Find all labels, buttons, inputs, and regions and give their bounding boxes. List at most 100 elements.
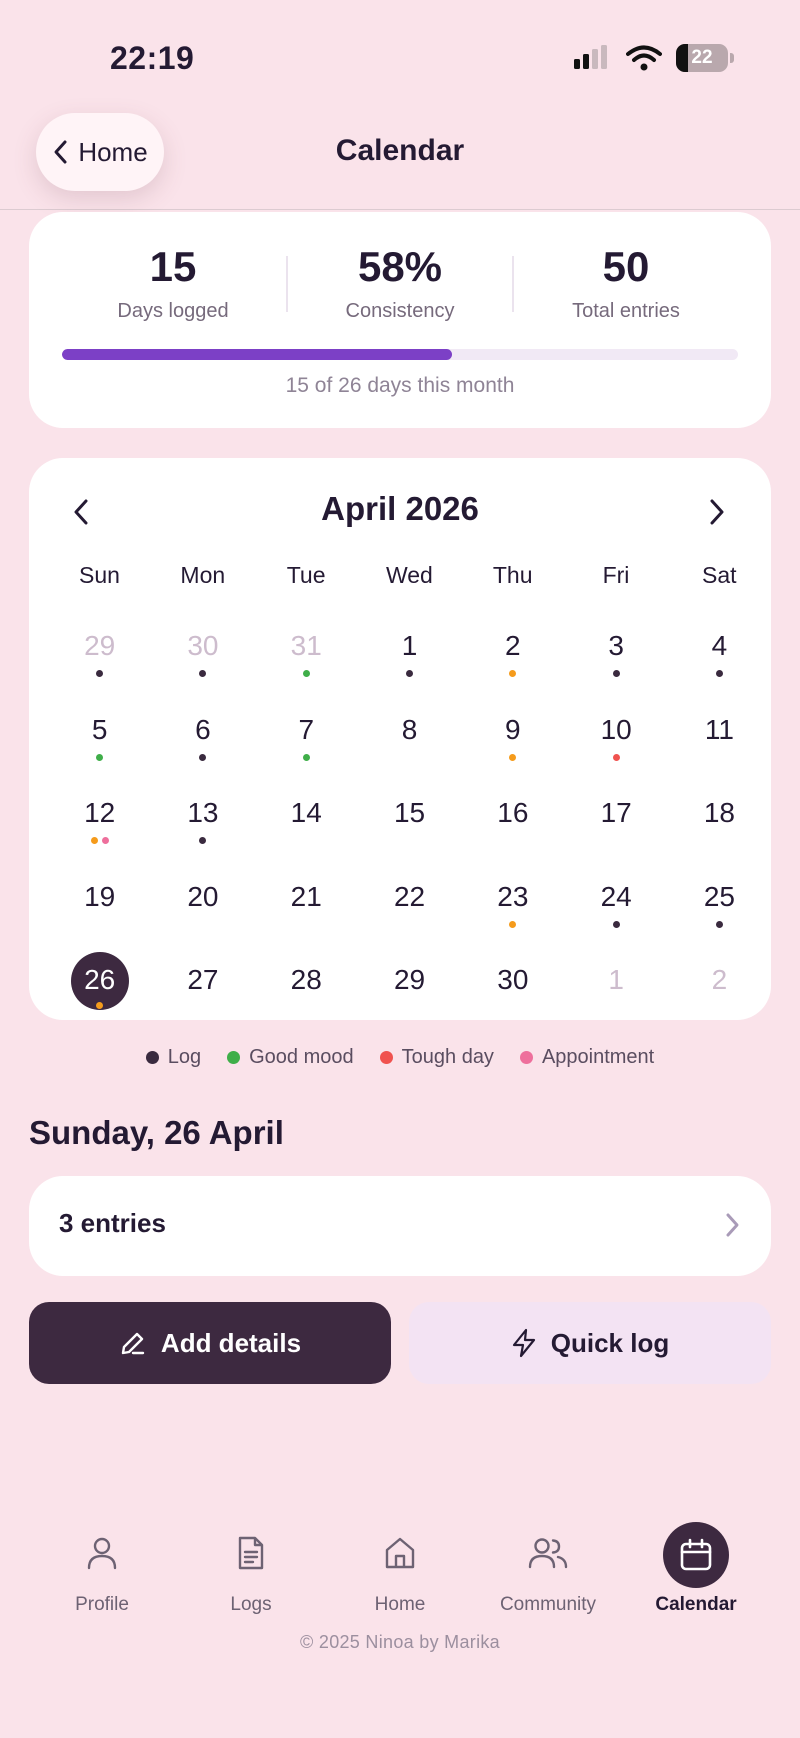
stat-value: 15 [149,243,197,290]
calendar-icon [680,1538,712,1571]
entry-dot-orange [96,1002,104,1009]
entry-dots [370,670,450,677]
day-cell[interactable]: 7 [266,704,346,778]
selected-date-heading: Sunday, 26 April [29,1114,284,1151]
entries-row[interactable]: 3 entries [29,1176,771,1276]
day-number: 29 [393,964,426,995]
entry-dots [60,1002,140,1009]
entry-dot-tough [612,753,620,761]
status-bar: 22:19 22 [0,0,800,100]
day-cell[interactable]: 16 [473,787,553,861]
stat-value: 50 [602,243,650,290]
day-cell-selected[interactable]: 26 [60,952,140,1028]
stat-label: Total entries [572,300,680,322]
day-cell[interactable]: 2 [473,620,553,694]
day-cell[interactable]: 3 [576,620,656,694]
tab-active-indicator [663,1522,729,1588]
tab-home[interactable]: Home [330,1520,470,1616]
day-cell[interactable]: 2 [679,954,759,1028]
day-number: 6 [195,713,211,745]
day-cell[interactable]: 12 [60,787,140,861]
legend-dot [379,1051,393,1064]
day-number: 7 [298,713,315,745]
day-cell[interactable]: 1 [370,620,450,694]
legend-label: Appointment [541,1046,655,1068]
day-number: 4 [711,630,728,661]
day-cell[interactable]: 30 [473,954,553,1028]
house-icon [385,1537,415,1568]
footer-copyright: © 2025 Ninoa by Marika [300,1632,500,1652]
weekday-sun: Sun [79,562,120,588]
legend-label: Log [167,1046,202,1068]
day-number: 8 [401,713,418,745]
legend-item-log: Log [145,1046,202,1069]
entry-dot-good [96,753,104,761]
stat-divider [512,256,514,312]
day-number: 19 [84,880,116,912]
tab-community[interactable]: Community [478,1520,618,1616]
entry-dots [266,753,346,761]
entry-dots [163,753,243,761]
day-cell[interactable]: 30 [163,620,243,694]
day-cell[interactable]: 21 [266,871,346,945]
day-cell[interactable]: 11 [679,704,759,778]
lightning-icon [512,1328,535,1358]
day-cell[interactable]: 5 [60,704,140,778]
entry-dot-log [199,753,207,761]
day-cell[interactable]: 10 [576,704,656,778]
day-cell[interactable]: 9 [473,704,553,778]
day-cell[interactable]: 24 [576,871,656,945]
day-cell[interactable]: 18 [679,787,759,861]
tab-calendar[interactable]: Calendar [626,1520,766,1616]
weekday-thu: Thu [492,562,533,588]
stats-card: 15 Days logged 58% Consistency 50 Total … [29,212,771,428]
day-cell[interactable]: 31 [266,620,346,694]
day-cell[interactable]: 23 [473,871,553,945]
next-month-button[interactable] [697,492,737,532]
legend-label: Good mood [249,1046,354,1068]
day-cell[interactable]: 28 [266,954,346,1028]
day-cell[interactable]: 29 [60,620,140,694]
entry-dot-log [715,920,723,928]
entry-dots [473,670,553,677]
stat-label: Consistency [345,300,455,322]
day-cell[interactable]: 25 [679,871,759,945]
day-cell[interactable]: 13 [163,787,243,861]
day-cell[interactable]: 15 [370,787,450,861]
day-cell[interactable]: 8 [370,704,450,778]
day-cell[interactable]: 29 [370,954,450,1028]
day-cell[interactable]: 4 [679,620,759,694]
tab-label: Logs [230,1594,272,1615]
entry-dot-orange [509,920,517,928]
calendar-legend: Log Good mood Tough day Appointment [0,1046,800,1069]
tab-logs[interactable]: Logs [181,1520,321,1616]
add-details-button[interactable]: Add details [29,1302,391,1384]
legend-item-tough: Tough day [379,1046,494,1069]
day-cell[interactable]: 19 [60,871,140,945]
day-cell[interactable]: 17 [576,787,656,861]
day-cell[interactable]: 27 [163,954,243,1028]
day-cell[interactable]: 20 [163,871,243,945]
chevron-left-icon [74,499,88,525]
stat-value: 58% [357,243,443,290]
quick-log-label: Quick log [550,1327,670,1358]
quick-log-button[interactable]: Quick log [409,1302,771,1384]
entry-dots [679,670,759,677]
day-number: 31 [290,630,322,661]
day-cell[interactable]: 6 [163,704,243,778]
entry-dot-log [715,670,723,677]
day-number: 5 [91,713,108,745]
day-cell[interactable]: 14 [266,787,346,861]
legend-dot [145,1051,159,1064]
legend-dot [227,1051,241,1064]
day-number: 1 [401,630,418,661]
day-cell[interactable]: 22 [370,871,450,945]
stat-divider [286,256,288,312]
day-cell[interactable]: 1 [576,954,656,1028]
stat-days-logged: 15 Days logged [73,246,273,323]
tab-profile[interactable]: Profile [32,1520,172,1616]
day-number: 1 [608,964,624,995]
entry-dots [576,670,656,677]
pencil-icon [121,1332,145,1355]
previous-month-button[interactable] [61,492,101,532]
